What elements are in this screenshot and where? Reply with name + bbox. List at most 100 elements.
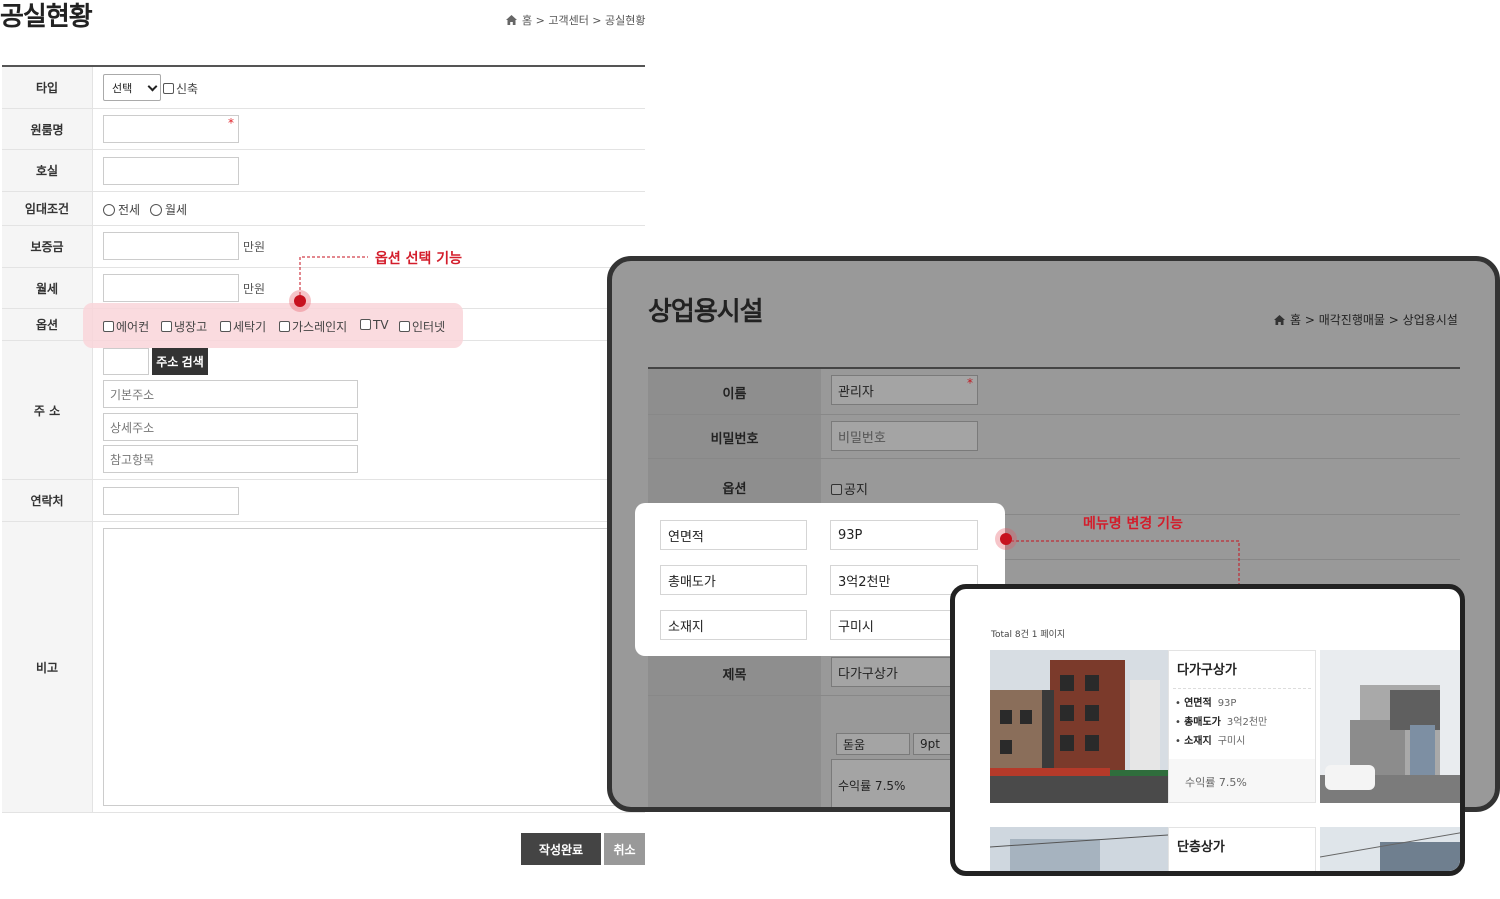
lease-radio-jeonse[interactable]: 전세 [103,201,140,218]
password-input[interactable]: 비밀번호 [831,421,978,451]
spec-value: 구미시 [1217,736,1246,747]
label-deposit: 보증금 [2,226,92,268]
listing-photo[interactable] [1320,827,1460,871]
option-internet-checkbox[interactable]: 인터넷 [399,318,445,335]
lease-option-label: 전세 [118,203,141,217]
field-label-input[interactable]: 총매도가 [660,565,807,595]
menu-note-dot [1000,533,1012,545]
new-build-checkbox[interactable]: 신축 [163,80,198,97]
type-select-value: 선택 [112,81,133,95]
editor-size-value: 9pt [920,737,940,751]
radio-circle[interactable] [150,204,162,216]
checkbox-box[interactable] [163,83,174,94]
option-label: 에어컨 [116,320,150,334]
row-divider [648,458,1460,459]
lease-radio-wolse[interactable]: 월세 [150,201,187,218]
label-room-name: 원룸명 [2,109,92,150]
listing-photo[interactable] [990,827,1168,871]
page-title: 공실현황 [0,2,93,32]
checkbox-box[interactable] [103,321,114,332]
cancel-button[interactable]: 취소 [604,833,645,865]
listing-photo[interactable] [1320,650,1460,803]
spec-value: 93P [1217,698,1237,709]
spec-key: 연면적 [1184,698,1212,709]
listing-yield: 수익률 7.5% [1169,759,1315,802]
option-label: 냉장고 [174,320,208,334]
row-divider [92,191,645,192]
breadcrumb-text: 홈 > 고객센터 > 공실현황 [522,14,646,27]
zipcode-input[interactable] [103,348,149,375]
unit-input[interactable] [103,157,239,185]
option-label: TV [373,318,389,332]
remarks-textarea[interactable] [103,528,623,806]
row-divider [92,812,645,813]
row-divider [92,479,645,480]
option-aircon-checkbox[interactable]: 에어컨 [103,318,149,335]
building-image [990,827,1168,871]
name-input[interactable]: 관리자 * [831,375,978,405]
room-name-input[interactable]: * [103,115,239,143]
row-divider [648,414,1460,415]
contact-input[interactable] [103,487,239,515]
listing-total: Total 8건 1 페이지 [991,630,1066,640]
label-password: 비밀번호 [648,415,821,459]
checkbox-box[interactable] [279,321,290,332]
option-fridge-checkbox[interactable]: 냉장고 [161,318,207,335]
field-label-input[interactable]: 소재지 [660,610,807,640]
form-top-border [2,65,645,67]
notice-checkbox[interactable]: 공지 [831,479,868,498]
label-lease: 임대조건 [2,192,92,226]
editor-font-value: 돋움 [843,737,866,752]
option-label: 가스레인지 [292,320,348,334]
breadcrumb: 홈 > 고객센터 > 공실현황 [506,12,646,28]
building-image [990,650,1168,803]
base-address-input[interactable]: 기본주소 [103,380,358,408]
listing-title: 다가구상가 [1177,663,1237,678]
label-content [648,696,821,807]
option-gasrange-checkbox[interactable]: 가스레인지 [279,318,347,335]
breadcrumb-text: 홈 > 매각진행매물 > 상업용시설 [1290,313,1458,327]
submit-button[interactable]: 작성완료 [521,833,601,865]
listing-spec: • 연면적 93P [1175,698,1237,709]
checkbox-box[interactable] [831,484,842,495]
checkbox-box[interactable] [399,321,410,332]
row-divider [92,149,645,150]
monthly-unit: 만원 [243,282,266,296]
listing-card[interactable]: 단층상가 [1168,827,1316,871]
address-search-button[interactable]: 주소 검색 [152,348,208,375]
building-image [1320,827,1460,871]
listing-spec: • 소재지 구미시 [1175,736,1246,747]
field-label-input[interactable]: 연면적 [660,520,807,550]
commercial-breadcrumb: 홈 > 매각진행매물 > 상업용시설 [1274,311,1458,328]
deposit-input[interactable] [103,232,239,260]
option-tv-checkbox[interactable]: TV [360,318,389,332]
checkbox-box[interactable] [220,321,231,332]
row-divider [92,108,645,109]
monthly-input[interactable] [103,274,239,302]
chevron-down-icon [147,81,158,92]
option-note: 옵션 선택 기능 [375,251,463,267]
option-label: 인터넷 [412,320,446,334]
deposit-unit: 만원 [243,240,266,254]
listing-card[interactable]: 다가구상가 • 연면적 93P • 총매도가 3억2천만 • 소재지 구미시 수익률 … [1168,650,1316,803]
checkbox-box[interactable] [161,321,172,332]
label-address: 주 소 [2,341,92,480]
detail-address-input[interactable]: 상세주소 [103,413,358,441]
option-label: 세탁기 [233,320,267,334]
checkbox-box[interactable] [360,319,371,330]
listing-panel: Total 8건 1 페이지 다가구상가 • 연면적 93P • 총매도가 3억2천… [950,584,1465,876]
field-value-input[interactable]: 93P [830,520,978,550]
type-select[interactable]: 선택 [103,74,161,101]
option-washer-checkbox[interactable]: 세탁기 [220,318,266,335]
commercial-title: 상업용시설 [648,297,764,327]
spec-key: 소재지 [1184,736,1212,747]
home-icon [1274,315,1285,325]
label-name: 이름 [648,369,821,415]
radio-circle[interactable] [103,204,115,216]
label-subject: 제목 [648,651,821,696]
listing-photo[interactable] [990,650,1168,803]
extra-address-input[interactable]: 참고항목 [103,445,358,473]
label-options: 옵션 [2,309,92,341]
editor-font-select[interactable]: 돋움 [836,733,910,755]
spec-key: 총매도가 [1184,717,1221,728]
